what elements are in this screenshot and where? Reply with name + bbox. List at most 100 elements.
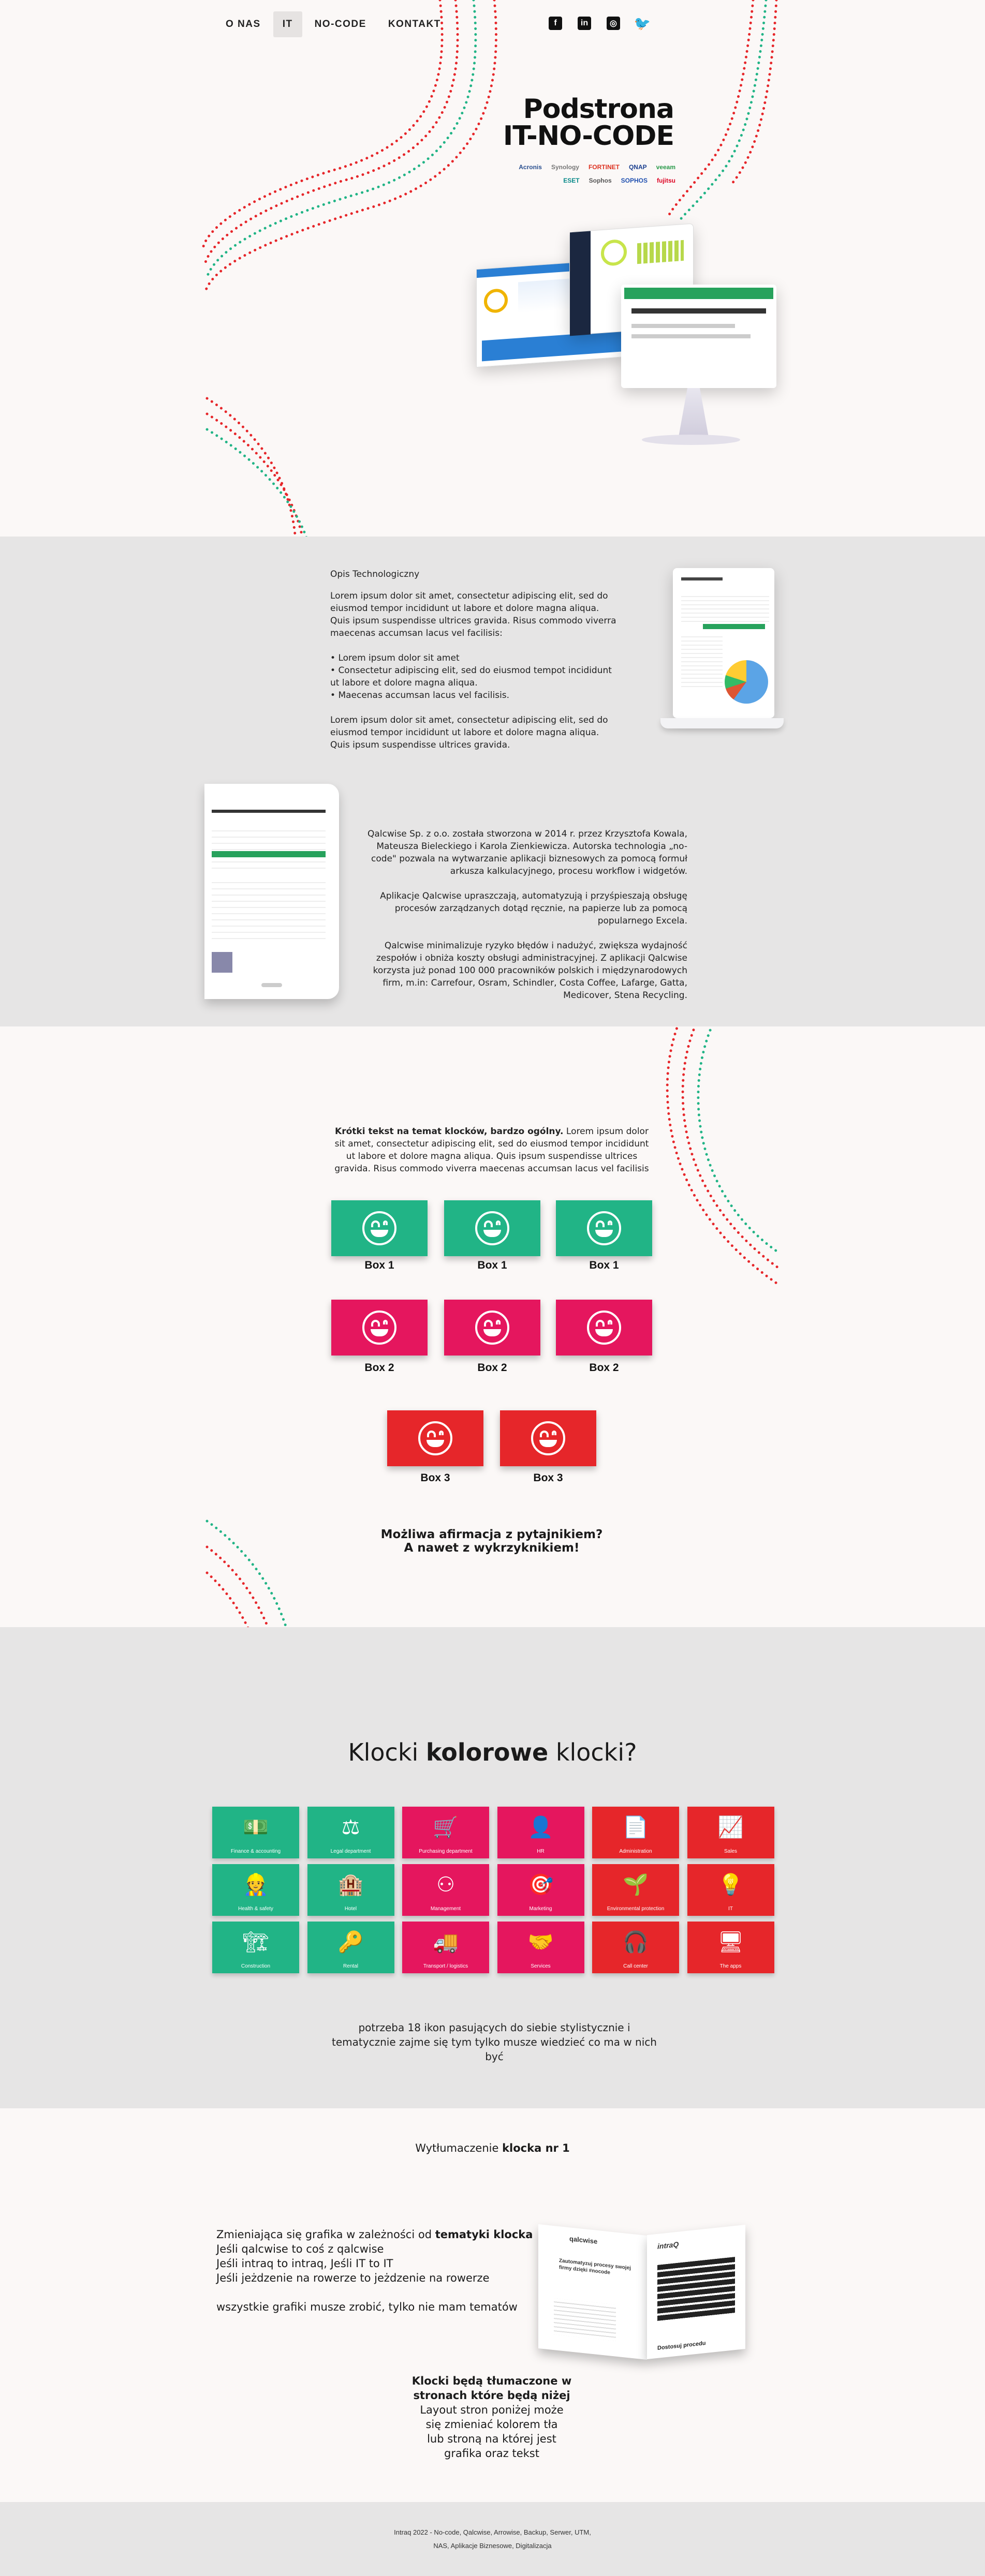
- wytlumaczenie-title-pre: Wytłumaczenie: [415, 2142, 503, 2154]
- box3-tile-2[interactable]: [500, 1410, 596, 1466]
- category-tile[interactable]: ⚖ Legal department: [307, 1807, 394, 1858]
- opis-bullet-1-text: Lorem ipsum dolor sit amet: [338, 653, 460, 663]
- smiley-icon: [587, 1311, 621, 1345]
- category-tile[interactable]: 🏨 Hotel: [307, 1864, 394, 1916]
- smiley-icon: [362, 1311, 396, 1345]
- brochure-page-left: qalcwise Zautomatyzuj procesy swojej fir…: [538, 2224, 647, 2360]
- category-tile-label: Administration: [619, 1849, 652, 1854]
- box2-label-2: Box 2: [477, 1362, 507, 1374]
- person-icon: 👤: [527, 1816, 554, 1839]
- qalcwise-paragraph-1: Qalcwise Sp. z o.o. została stworzona w …: [367, 829, 687, 876]
- money-icon: 💵: [243, 1816, 269, 1839]
- afirmacja: Możliwa afirmacja z pytajnikiem? A nawet…: [362, 1528, 621, 1555]
- qalcwise-paragraph-3: Qalcwise minimalizuje ryzyko błędów i na…: [373, 941, 687, 1001]
- crane-icon: 🏗: [242, 1931, 269, 1954]
- wytlumaczenie-title: Wytłumaczenie klocka nr 1: [311, 2142, 674, 2154]
- opis-bullet-3: • Maecenas accumsan lacus vel facilisis.: [330, 690, 510, 701]
- wytl-line-1-pre: Zmieniająca się grafika w zależności od: [216, 2228, 435, 2241]
- truck-icon: 🚚: [433, 1931, 459, 1954]
- building-icon: 🏨: [337, 1873, 364, 1896]
- hero-devices-illustration: [466, 217, 787, 460]
- target-icon: 🎯: [527, 1873, 554, 1896]
- headset-icon: 🎧: [623, 1931, 649, 1954]
- laptop-report-screen: [673, 568, 774, 718]
- kolorowe-title-pre: Klocki: [348, 1738, 426, 1766]
- category-tile[interactable]: 🚚 Transport / logistics: [402, 1922, 489, 1973]
- wytl-line-2: Jeśli qalcwise to coś z qalcwise: [216, 2243, 384, 2255]
- logo-veeam: veeam: [656, 163, 675, 171]
- box2-label-3: Box 2: [589, 1362, 619, 1374]
- box1-tile-3[interactable]: [556, 1200, 652, 1256]
- category-tile[interactable]: 🏗 Construction: [212, 1922, 299, 1973]
- smiley-icon: [418, 1421, 452, 1455]
- category-tile[interactable]: 📄 Administration: [592, 1807, 679, 1858]
- category-tile[interactable]: 🌱 Environmental protection: [592, 1864, 679, 1916]
- category-tile[interactable]: 🖥 The apps: [687, 1922, 774, 1973]
- tablet-form-illustration: [204, 784, 339, 999]
- category-tile[interactable]: 🔑 Rental: [307, 1922, 394, 1973]
- category-tile[interactable]: ⚇ Management: [402, 1864, 489, 1916]
- category-tile[interactable]: 📈 Sales: [687, 1807, 774, 1858]
- opis-paragraph-2: Lorem ipsum dolor sit amet, consectetur …: [330, 715, 608, 750]
- wytl-rest-1: Layout stron poniżej może: [420, 2404, 564, 2416]
- category-tile[interactable]: 🎯 Marketing: [497, 1864, 584, 1916]
- lightbulb-icon: 💡: [717, 1873, 744, 1896]
- box2-label-1: Box 2: [364, 1362, 394, 1374]
- opis-bullet-2-text: Consectetur adipiscing elit, sed do eius…: [330, 665, 612, 688]
- box1-label-3: Box 1: [589, 1259, 619, 1271]
- hero-title: Podstrona IT-NO-CODE: [445, 96, 674, 150]
- card-qalcwise-logo: qalcwise: [569, 2235, 598, 2245]
- cart-icon: 🛒: [433, 1816, 459, 1839]
- scales-icon: ⚖: [341, 1816, 360, 1839]
- wytl-bold-1: Klocki będą tłumaczone w: [411, 2375, 572, 2387]
- category-tile[interactable]: 💡 IT: [687, 1864, 774, 1916]
- category-tile[interactable]: 🎧 Call center: [592, 1922, 679, 1973]
- box1-label-1: Box 1: [364, 1259, 394, 1271]
- qalcwise-text-block: Qalcwise Sp. z o.o. została stworzona w …: [362, 828, 687, 1002]
- monitor-stand: [678, 388, 709, 440]
- box3-tile-1[interactable]: [387, 1410, 483, 1466]
- sales-chart-icon: 📈: [717, 1816, 744, 1839]
- category-tile[interactable]: 🤝 Services: [497, 1922, 584, 1973]
- logo-qnap: QNAP: [628, 163, 647, 171]
- category-tile-label: Health & safety: [238, 1906, 273, 1912]
- box2-tile-2[interactable]: [444, 1300, 540, 1356]
- smiley-icon: [587, 1211, 621, 1245]
- laptop-report-illustration: [660, 568, 784, 731]
- smiley-icon: [475, 1211, 509, 1245]
- logo-acronis: Acronis: [519, 163, 542, 171]
- category-tile[interactable]: 💵 Finance & accounting: [212, 1807, 299, 1858]
- opis-heading: Opis Technologiczny: [330, 569, 420, 579]
- opis-bullet-3-text: Maecenas accumsan lacus vel facilisis.: [338, 690, 510, 701]
- logo-fortinet: FORTINET: [588, 163, 620, 171]
- box1-tile-2[interactable]: [444, 1200, 540, 1256]
- wytl-bold-2: stronach które będą niżej: [413, 2389, 570, 2402]
- smiley-icon: [362, 1211, 396, 1245]
- category-tile[interactable]: 👤 HR: [497, 1807, 584, 1858]
- category-tile-label: Services: [531, 1963, 551, 1969]
- key-icon: 🔑: [337, 1931, 364, 1954]
- opis-bullet-2: • Consectetur adipiscing elit, sed do ei…: [330, 665, 612, 688]
- box3-label-2: Box 3: [533, 1472, 563, 1484]
- wytlumaczenie-title-bold: klocka nr 1: [502, 2142, 570, 2154]
- logo-fujitsu: fujitsu: [657, 177, 675, 184]
- box2-tile-1[interactable]: [331, 1300, 428, 1356]
- footer-text: Intraq 2022 - No-code, Qalcwise, Arrowis…: [362, 2526, 623, 2553]
- wytlumaczenie-note: Klocki będą tłumaczone w stronach które …: [362, 2374, 621, 2461]
- box1-label-2: Box 1: [477, 1259, 507, 1271]
- hero-title-line2: IT-NO-CODE: [503, 121, 674, 152]
- category-tile-label: Rental: [343, 1963, 358, 1969]
- category-tile[interactable]: 🛒 Purchasing department: [402, 1807, 489, 1858]
- box2-tile-3[interactable]: [556, 1300, 652, 1356]
- wytl-line-4: Jeśli jeżdzenie na rowerze to jeżdzenie …: [216, 2272, 490, 2284]
- kolorowe-title-bold: kolorowe: [425, 1738, 549, 1766]
- laptop-base: [660, 718, 784, 728]
- category-tile-label: HR: [537, 1849, 545, 1854]
- wytl-line-3: Jeśli intraq to intraq, Jeśli IT to IT: [216, 2257, 393, 2270]
- logo-synology: Synology: [551, 163, 579, 171]
- logo-eset: ESET: [563, 177, 580, 184]
- footer-line-2: NAS, Aplikacje Biznesowe, Digitalizacja: [433, 2542, 552, 2550]
- box1-tile-1[interactable]: [331, 1200, 428, 1256]
- category-tile-label: Transport / logistics: [423, 1963, 468, 1969]
- category-tile[interactable]: 👷 Health & safety: [212, 1864, 299, 1916]
